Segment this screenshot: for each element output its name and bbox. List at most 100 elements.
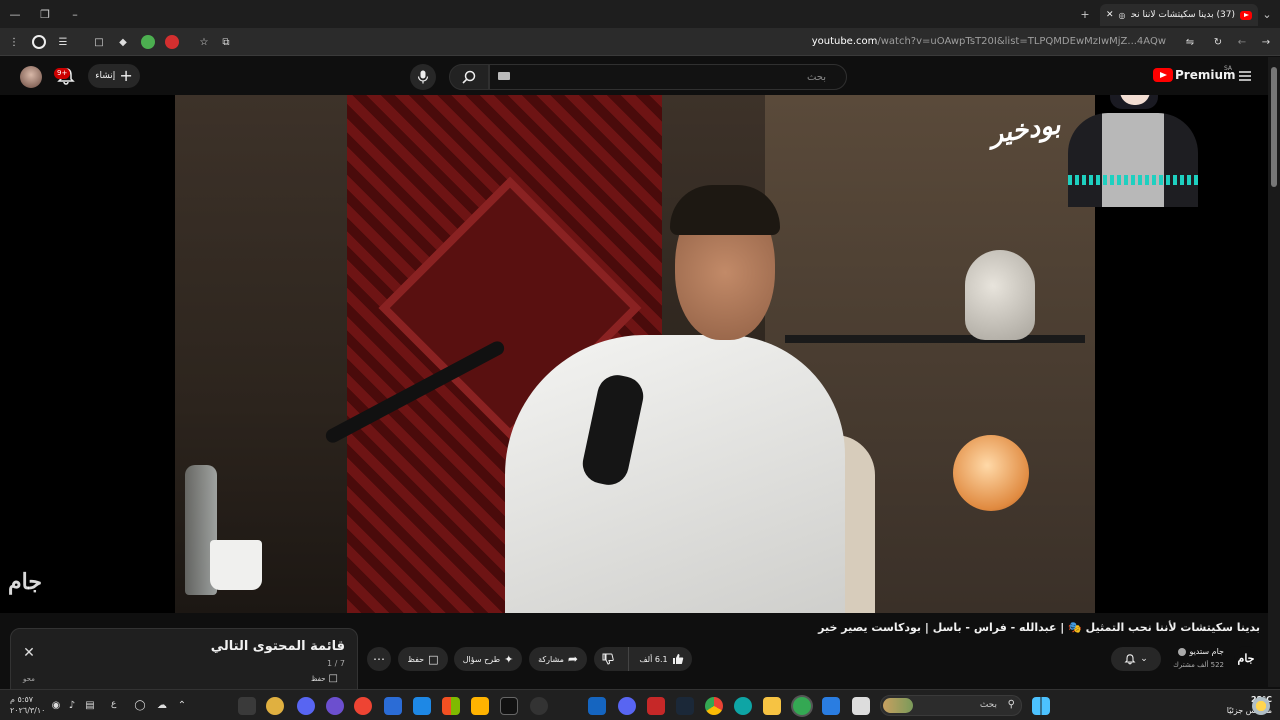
taskbar-app-chrome-icon[interactable] — [705, 697, 723, 715]
forward-icon[interactable]: ← — [1234, 34, 1250, 50]
playlist-save-label: حفظ — [311, 674, 326, 683]
extension-badge-icon[interactable] — [141, 35, 155, 49]
taskbar-app-store2-icon[interactable] — [822, 697, 840, 715]
taskbar-app-media-icon[interactable] — [530, 697, 548, 715]
more-actions-button[interactable]: ⋯ — [367, 647, 391, 671]
taskbar-app-epic-icon[interactable] — [500, 697, 518, 715]
share-icon: ➦ — [567, 652, 578, 666]
video-frame — [175, 95, 1095, 613]
search-icon — [462, 70, 476, 84]
extension-diamond-icon[interactable]: ◆ — [115, 34, 131, 50]
tray-overflow-icon[interactable]: ⌃ — [176, 699, 188, 711]
reload-icon[interactable]: ↻ — [1210, 34, 1226, 50]
url-host: youtube.com — [811, 36, 878, 47]
windows-start-icon[interactable] — [1032, 697, 1050, 715]
video-player[interactable]: جام بودخير — [0, 95, 1268, 613]
save-button[interactable]: □ حفظ — [398, 647, 448, 671]
taskbar-app-chrome-alt-icon[interactable] — [354, 697, 372, 715]
tab-youtube[interactable]: (37) بدينا سكيتشات لأننا نحب... ◎ ✕ — [1100, 4, 1258, 26]
back-icon[interactable]: → — [1258, 34, 1274, 50]
search-button[interactable] — [449, 64, 489, 90]
host-hair — [670, 185, 780, 235]
tab-search-icon[interactable]: ⌄ — [1258, 5, 1276, 23]
bookmark-star-icon[interactable]: ☆ — [196, 34, 212, 50]
subscribed-bell-button[interactable]: ⌄ — [1111, 647, 1161, 671]
onedrive-icon[interactable]: ☁ — [156, 699, 168, 711]
video-title: بدينا سكيتشات لأننا نحب التمثيل 🎭 | عبدا… — [818, 621, 1260, 634]
url-path: /watch?v=uOAwpTsT20I&list=TLPQMDEwMzIwMj… — [877, 36, 1166, 47]
search-highlight-icon — [883, 698, 913, 713]
taskbar-app-vpn-icon[interactable] — [471, 697, 489, 715]
input-language[interactable]: ع — [111, 699, 116, 709]
verified-icon — [1178, 647, 1187, 656]
taskbar-task-view-icon[interactable] — [852, 697, 870, 715]
restore-icon[interactable]: ❐ — [36, 5, 54, 23]
network-icon[interactable]: ▤ — [84, 699, 96, 711]
browser-menu-icon[interactable]: ⋮ — [6, 34, 22, 50]
more-horizontal-icon: ⋯ — [373, 652, 385, 666]
playlist-save-button[interactable]: □ حفظ — [311, 673, 338, 684]
notification-center-icon[interactable]: ◉ — [50, 699, 62, 711]
taskbar-app-obs-icon[interactable] — [326, 697, 344, 715]
taskbar-search[interactable]: بحث ⚲ — [880, 695, 1022, 716]
account-avatar[interactable] — [20, 66, 42, 88]
taskbar-app-remote-icon[interactable] — [413, 697, 431, 715]
site-settings-icon[interactable]: ⇋ — [1182, 34, 1198, 50]
taskbar-app-steam-icon[interactable] — [676, 697, 694, 715]
taskbar-app-store-icon[interactable] — [442, 697, 460, 715]
create-label: إنشاء — [95, 71, 116, 81]
minimize-icon[interactable]: — — [6, 5, 24, 23]
playlist-close-icon[interactable]: ✕ — [21, 645, 37, 661]
channel-avatar[interactable]: جام — [1234, 646, 1258, 670]
notification-badge: 9+ — [54, 68, 71, 79]
youtube-header: + إنشاء Premium SA — [0, 57, 1268, 95]
taskbar-app-word-icon[interactable] — [384, 697, 402, 715]
channel-name[interactable]: جام ستديو — [1178, 647, 1224, 656]
like-dislike-group: 6.1 ألف — [594, 647, 692, 671]
playlist-channel: محو — [23, 675, 35, 683]
search-icon: ⚲ — [1007, 699, 1015, 710]
new-tab-icon[interactable]: + — [1076, 5, 1094, 23]
install-app-icon[interactable]: ⧉ — [218, 34, 234, 50]
taskbar-app-discord-icon[interactable] — [266, 697, 284, 715]
clock-date: ٢٠٢٦/٣/١٠ — [10, 706, 46, 715]
url-field[interactable]: youtube.com/watch?v=uOAwpTsT20I&list=TLP… — [240, 32, 1172, 52]
taskbar-app-acrobat-icon[interactable] — [647, 697, 665, 715]
share-button[interactable]: ➦ مشاركة — [529, 647, 587, 671]
taskbar-app-chrome-active-icon[interactable] — [793, 697, 811, 715]
volume-icon[interactable]: ♪ — [66, 699, 78, 711]
chevron-down-icon: ⌄ — [1140, 654, 1148, 664]
extension-icon[interactable] — [32, 35, 46, 49]
dislike-button[interactable] — [592, 647, 624, 671]
taskbar-app-edge-icon[interactable] — [734, 697, 752, 715]
vase — [965, 250, 1035, 340]
thumbs-up-icon — [672, 654, 683, 664]
taskbar-app-discord2-icon[interactable] — [618, 697, 636, 715]
scroll-thumb[interactable] — [1271, 67, 1277, 187]
taskbar-app-chat-icon[interactable] — [297, 697, 315, 715]
media-control-icon[interactable]: ☰ — [55, 34, 71, 50]
extensions-puzzle-icon[interactable]: □ — [91, 34, 107, 50]
plus-icon: + — [119, 66, 133, 85]
bookmark-icon: □ — [328, 673, 338, 684]
like-button[interactable]: 6.1 ألف — [628, 647, 693, 671]
ask-button[interactable]: ✦ طرح سؤال — [454, 647, 522, 671]
extension-shield-icon[interactable] — [165, 35, 179, 49]
like-count: 6.1 ألف — [639, 654, 668, 664]
tab-close-icon[interactable]: ✕ — [1106, 10, 1114, 20]
hamburger-menu-icon[interactable] — [1238, 69, 1252, 83]
taskbar-app-mail-icon[interactable] — [588, 697, 606, 715]
close-window-icon[interactable]: – — [66, 5, 84, 23]
search-input[interactable] — [506, 65, 846, 89]
voice-search-button[interactable] — [410, 64, 436, 90]
taskbar-app-settings-icon[interactable] — [238, 697, 256, 715]
tab-audio-icon[interactable]: ◎ — [1119, 11, 1126, 20]
create-button[interactable]: + إنشاء — [88, 64, 140, 88]
thumbs-down-icon — [602, 653, 615, 665]
taskbar-clock[interactable]: ٥:٥٧ م ٢٠٢٦/٣/١٠ — [10, 694, 45, 716]
page-scrollbar[interactable] — [1268, 57, 1280, 687]
taskbar-app-explorer-icon[interactable] — [763, 697, 781, 715]
address-bar: ⋮ ☰ □ ◆ ☆ ⧉ youtube.com/watch?v=uOAwpTsT… — [0, 28, 1280, 56]
channel-watermark[interactable]: جام — [8, 569, 42, 595]
mic-tray-icon[interactable]: ◯ — [134, 699, 146, 711]
